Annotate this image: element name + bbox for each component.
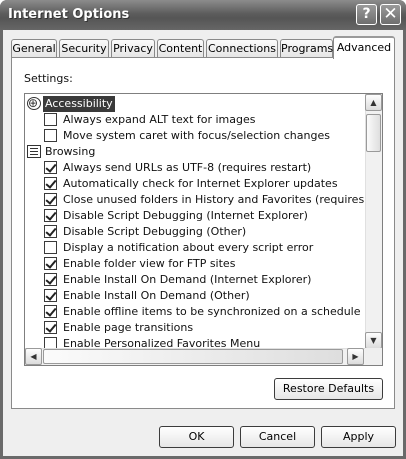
setting-row[interactable]: Enable Install On Demand (Internet Explo… [25, 272, 365, 288]
tab-advanced[interactable]: Advanced [333, 36, 395, 59]
setting-row[interactable]: Close unused folders in History and Favo… [25, 192, 382, 208]
setting-label: Enable Install On Demand (Other) [63, 289, 250, 302]
group-browsing[interactable]: Browsing [25, 144, 365, 160]
setting-checkbox[interactable] [44, 289, 57, 302]
close-button[interactable]: ✕ [380, 4, 401, 25]
scroll-up-icon[interactable]: ▲ [365, 94, 382, 111]
setting-row[interactable]: Automatically check for Internet Explore… [25, 176, 365, 192]
setting-checkbox[interactable] [44, 129, 57, 142]
vertical-scrollbar[interactable]: ▲ ▼ [365, 94, 382, 349]
tab-connections[interactable]: Connections [206, 39, 278, 58]
setting-row[interactable]: Enable offline items to be synchronized … [25, 304, 365, 320]
setting-label: Disable Script Debugging (Other) [63, 225, 247, 238]
apply-button[interactable]: Apply [321, 426, 396, 448]
tab-strip: General Security Privacy Content Connect… [11, 36, 397, 59]
setting-checkbox[interactable] [44, 305, 57, 318]
scrollbar-corner [365, 348, 382, 365]
help-button[interactable]: ? [356, 4, 377, 25]
cancel-button[interactable]: Cancel [240, 426, 315, 448]
accessibility-icon [27, 95, 41, 111]
horizontal-scroll-thumb[interactable] [43, 349, 343, 364]
scroll-left-icon[interactable]: ◀ [25, 348, 42, 365]
internet-options-window: Internet Options ? ✕ General Security Pr… [0, 0, 406, 459]
setting-checkbox[interactable] [44, 113, 57, 126]
setting-row[interactable]: Enable page transitions [25, 320, 365, 336]
setting-label: Move system caret with focus/selection c… [63, 129, 330, 142]
setting-checkbox[interactable] [44, 257, 57, 270]
setting-label: Display a notification about every scrip… [63, 241, 314, 254]
tab-content[interactable]: Content [157, 39, 204, 58]
tab-programs[interactable]: Programs [280, 39, 333, 58]
setting-label: Always send URLs as UTF-8 (requires rest… [63, 161, 312, 174]
window-title: Internet Options [8, 7, 130, 22]
setting-row[interactable]: Disable Script Debugging (Internet Explo… [25, 208, 365, 224]
tab-privacy[interactable]: Privacy [111, 39, 155, 58]
setting-checkbox[interactable] [44, 177, 57, 190]
setting-label: Disable Script Debugging (Internet Explo… [63, 209, 308, 222]
settings-list[interactable]: Accessibility Always expand ALT text for… [24, 93, 383, 366]
horizontal-scrollbar[interactable]: ◀ ▶ [25, 348, 365, 365]
setting-row[interactable]: Enable Install On Demand (Other) [25, 288, 365, 304]
restore-defaults-button[interactable]: Restore Defaults [274, 378, 383, 400]
settings-label: Settings: [24, 72, 73, 85]
setting-label: Enable offline items to be synchronized … [63, 305, 361, 318]
group-label: Accessibility [43, 96, 115, 112]
ok-button[interactable]: OK [159, 426, 234, 448]
scroll-down-icon[interactable]: ▼ [365, 332, 382, 349]
setting-row[interactable]: Always expand ALT text for images [25, 112, 365, 128]
setting-label: Enable page transitions [63, 321, 194, 334]
setting-row[interactable]: Enable folder view for FTP sites [25, 256, 365, 272]
setting-row[interactable]: Display a notification about every scrip… [25, 240, 365, 256]
setting-checkbox[interactable] [44, 161, 57, 174]
tab-security[interactable]: Security [59, 39, 109, 58]
group-label: Browsing [45, 145, 96, 158]
setting-label: Always expand ALT text for images [63, 113, 256, 126]
scroll-right-icon[interactable]: ▶ [347, 348, 364, 365]
setting-row[interactable]: Disable Script Debugging (Other) [25, 224, 365, 240]
vertical-scroll-thumb[interactable] [366, 114, 381, 152]
dialog-body: General Security Privacy Content Connect… [3, 30, 403, 456]
setting-label: Close unused folders in History and Favo… [63, 193, 383, 206]
setting-checkbox[interactable] [44, 209, 57, 222]
setting-label: Enable Install On Demand (Internet Explo… [63, 273, 312, 286]
setting-label: Enable folder view for FTP sites [63, 257, 236, 270]
group-accessibility[interactable]: Accessibility [25, 95, 365, 112]
setting-checkbox[interactable] [44, 241, 57, 254]
advanced-tab-page: Settings: Accessibility Always expand AL… [11, 57, 395, 409]
setting-checkbox[interactable] [44, 193, 57, 206]
title-bar[interactable]: Internet Options ? ✕ [0, 0, 406, 30]
browsing-icon [27, 145, 41, 158]
setting-checkbox[interactable] [44, 321, 57, 334]
setting-row[interactable]: Move system caret with focus/selection c… [25, 128, 365, 144]
setting-checkbox[interactable] [44, 225, 57, 238]
setting-row[interactable]: Always send URLs as UTF-8 (requires rest… [25, 160, 365, 176]
setting-checkbox[interactable] [44, 273, 57, 286]
setting-label: Automatically check for Internet Explore… [63, 177, 338, 190]
tab-general[interactable]: General [11, 39, 57, 58]
